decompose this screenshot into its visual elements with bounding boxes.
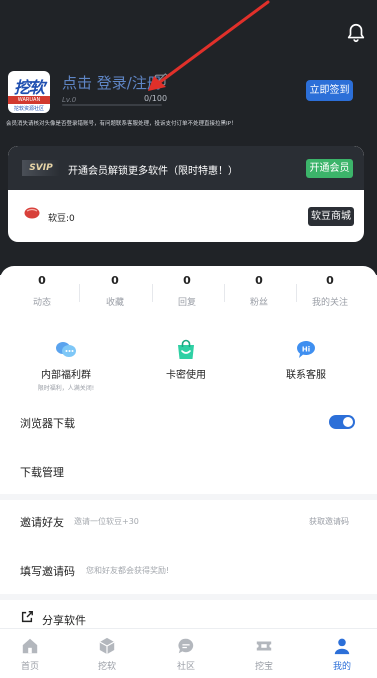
row-title: 下载管理 — [20, 466, 64, 479]
stat-label: 收藏 — [105, 298, 124, 308]
bottom-tab-bar: 首页 挖软 社区 挖宝 我的 — [0, 628, 377, 678]
vip-banner[interactable]: SVIP 开通会员解锁更多软件（限时特惠！） 开通会员 — [8, 146, 364, 190]
tab-community[interactable]: 社区 — [156, 637, 216, 672]
stat-divider — [224, 284, 225, 302]
stat-value: 0 — [111, 274, 119, 287]
level-progress-text: 0/100 — [144, 94, 168, 103]
account-notice: 会员消失请核对头像是否登录错账号，有问题联系客服处理，投诉支付订单不处理直接拉黑… — [6, 121, 237, 127]
stat-value: 0 — [183, 274, 191, 287]
hi-bubble-icon: Hi — [297, 341, 315, 358]
browser-download-row[interactable]: 浏览器下载 — [0, 398, 377, 446]
tab-label: 我的 — [332, 662, 351, 672]
bean-icon — [24, 207, 40, 219]
stat-label: 粉丝 — [249, 298, 268, 308]
home-icon — [22, 638, 38, 654]
stat-replies[interactable]: 0 回复 — [157, 274, 217, 308]
chat-icon — [178, 638, 194, 654]
svip-badge: SVIP — [22, 160, 60, 176]
level-progress-bar — [62, 104, 162, 106]
tab-label: 首页 — [20, 662, 39, 672]
row-title: 浏览器下载 — [20, 417, 75, 430]
stat-value: 0 — [38, 274, 46, 287]
tab-label: 挖宝 — [254, 662, 273, 672]
open-vip-button[interactable]: 开通会员 — [306, 159, 353, 178]
app-logo: 挖软 WARUAN 挖软资源社区 — [8, 71, 50, 113]
tab-waruan[interactable]: 挖软 — [77, 637, 137, 672]
feature-card-code[interactable]: 卡密使用 — [126, 338, 246, 381]
share-app-item[interactable]: 分享软件 — [42, 612, 86, 628]
tab-label: 社区 — [176, 662, 195, 672]
row-title: 邀请好友 — [20, 516, 64, 529]
enter-invite-code-row[interactable]: 填写邀请码 您和好友都会获得奖励! — [0, 546, 377, 594]
stat-label: 动态 — [32, 298, 51, 308]
share-icon — [21, 611, 33, 623]
login-register-link[interactable]: 点击 登录/注册 — [62, 72, 162, 93]
main-panel: 0 动态 0 收藏 0 回复 0 粉丝 0 我的关注 内部福利群 限时福利，人满… — [0, 266, 377, 638]
invite-friends-row[interactable]: 邀请好友 邀请一位软豆+30 获取邀请码 — [0, 497, 377, 545]
feature-title: 内部福利群 — [41, 370, 91, 381]
get-invite-code-link[interactable]: 获取邀请码 — [309, 516, 349, 527]
stat-divider — [296, 284, 297, 302]
cube-icon — [99, 637, 115, 655]
row-subtitle: 邀请一位软豆+30 — [74, 517, 139, 526]
level-label: Lv.0 — [62, 96, 77, 104]
stat-fans[interactable]: 0 粉丝 — [229, 274, 289, 308]
stat-favorites[interactable]: 0 收藏 — [85, 274, 145, 308]
stat-label: 回复 — [177, 298, 196, 308]
toggle-knob — [343, 417, 353, 427]
stat-following[interactable]: 0 我的关注 — [300, 274, 360, 308]
feature-welfare-group[interactable]: 内部福利群 限时福利，人满关闭! — [6, 338, 126, 392]
vip-card: SVIP 开通会员解锁更多软件（限时特惠！） 开通会员 软豆:0 软豆商城 — [8, 146, 364, 242]
bean-shop-button[interactable]: 软豆商城 — [308, 207, 354, 226]
feature-title: 卡密使用 — [166, 370, 206, 381]
chat-bubbles-icon — [56, 342, 76, 357]
feature-subtitle: 限时福利，人满关闭! — [37, 385, 95, 392]
tab-label: 挖软 — [97, 662, 116, 672]
bean-balance: 软豆:0 — [48, 214, 75, 224]
stat-label: 我的关注 — [311, 298, 348, 308]
stat-divider — [79, 284, 80, 302]
tab-home[interactable]: 首页 — [0, 637, 60, 672]
svg-text:Hi: Hi — [302, 346, 310, 354]
stat-divider — [152, 284, 153, 302]
user-icon — [334, 638, 350, 655]
tab-treasure[interactable]: 挖宝 — [234, 637, 294, 672]
download-manage-row[interactable]: 下载管理 — [0, 447, 377, 495]
ticket-icon — [256, 641, 272, 651]
stat-value: 0 — [326, 274, 334, 287]
bell-icon[interactable] — [345, 22, 367, 44]
edit-icon[interactable] — [154, 73, 168, 87]
shopping-bag-icon — [178, 339, 194, 359]
feature-title: 联系客服 — [286, 370, 326, 381]
stat-posts[interactable]: 0 动态 — [12, 274, 72, 308]
stat-value: 0 — [255, 274, 263, 287]
vip-promo-text: 开通会员解锁更多软件（限时特惠！） — [68, 166, 238, 177]
browser-download-toggle[interactable] — [329, 415, 355, 429]
section-divider — [0, 594, 377, 600]
signin-button[interactable]: 立即签到 — [306, 80, 353, 101]
feature-customer-service[interactable]: Hi 联系客服 — [246, 338, 366, 381]
tab-mine[interactable]: 我的 — [312, 637, 372, 672]
row-subtitle: 您和好友都会获得奖励! — [86, 566, 170, 575]
row-title: 填写邀请码 — [20, 565, 75, 578]
